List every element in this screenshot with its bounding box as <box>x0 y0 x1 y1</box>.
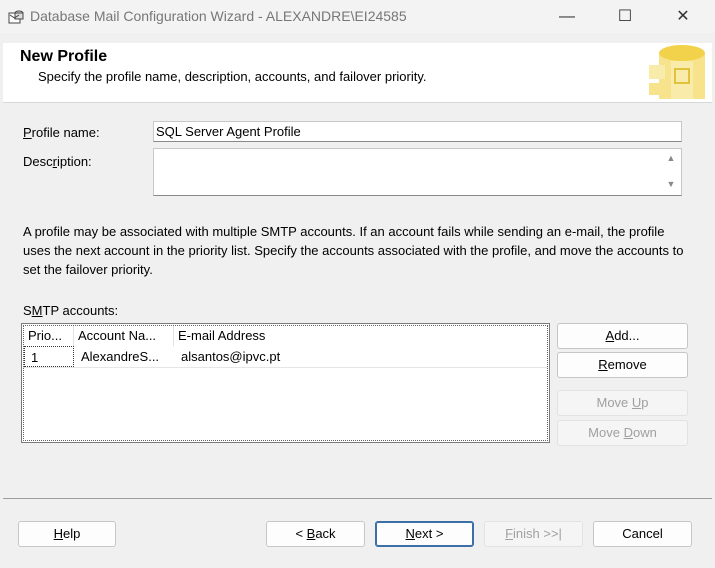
database-banner-icon <box>645 43 710 102</box>
move-down-button[interactable]: Move Down <box>557 420 688 446</box>
move-up-button[interactable]: Move Up <box>557 390 688 416</box>
minimize-button[interactable]: — <box>538 0 596 33</box>
profile-name-label: Profile name: <box>23 125 100 140</box>
close-icon: ✕ <box>676 8 690 25</box>
database-mail-icon <box>8 10 24 24</box>
back-button[interactable]: < Back <box>266 521 365 547</box>
description-scrollbar[interactable]: ▲ ▼ <box>661 149 681 195</box>
smtp-accounts-list[interactable]: Prio... Account Na... E-mail Address 1 A… <box>21 323 550 443</box>
maximize-button[interactable]: ☐ <box>596 0 654 33</box>
smtp-accounts-label: SMTP accounts: <box>23 303 119 318</box>
cell-priority[interactable]: 1 <box>24 346 74 367</box>
info-text: A profile may be associated with multipl… <box>23 224 684 277</box>
cell-email[interactable]: alsantos@ipvc.pt <box>175 346 545 367</box>
column-header-account-name[interactable]: Account Na... <box>74 326 174 346</box>
window-title: Database Mail Configuration Wizard - ALE… <box>30 8 407 24</box>
footer-divider <box>3 498 712 499</box>
scroll-up-icon[interactable]: ▲ <box>661 149 681 167</box>
description-label: Description: <box>23 154 92 169</box>
cell-account-name[interactable]: AlexandreS... <box>75 346 173 367</box>
description-field[interactable] <box>153 148 682 196</box>
add-button[interactable]: Add... <box>557 323 688 349</box>
remove-button[interactable]: Remove <box>557 352 688 378</box>
close-button[interactable]: ✕ <box>654 0 712 33</box>
minimize-icon: — <box>559 8 575 25</box>
cancel-button[interactable]: Cancel <box>593 521 692 547</box>
help-button[interactable]: Help <box>18 521 116 547</box>
page-subtitle: Specify the profile name, description, a… <box>38 69 427 84</box>
profile-name-input[interactable] <box>153 121 682 142</box>
next-button[interactable]: Next > <box>375 521 474 547</box>
page-title: New Profile <box>20 48 108 65</box>
finish-button[interactable]: Finish >>| <box>484 521 583 547</box>
maximize-icon: ☐ <box>617 8 633 25</box>
table-row[interactable]: 1 AlexandreS... alsantos@ipvc.pt <box>23 346 548 368</box>
scroll-down-icon[interactable]: ▼ <box>661 175 681 193</box>
column-header-priority[interactable]: Prio... <box>24 326 74 346</box>
column-header-email[interactable]: E-mail Address <box>174 326 548 346</box>
